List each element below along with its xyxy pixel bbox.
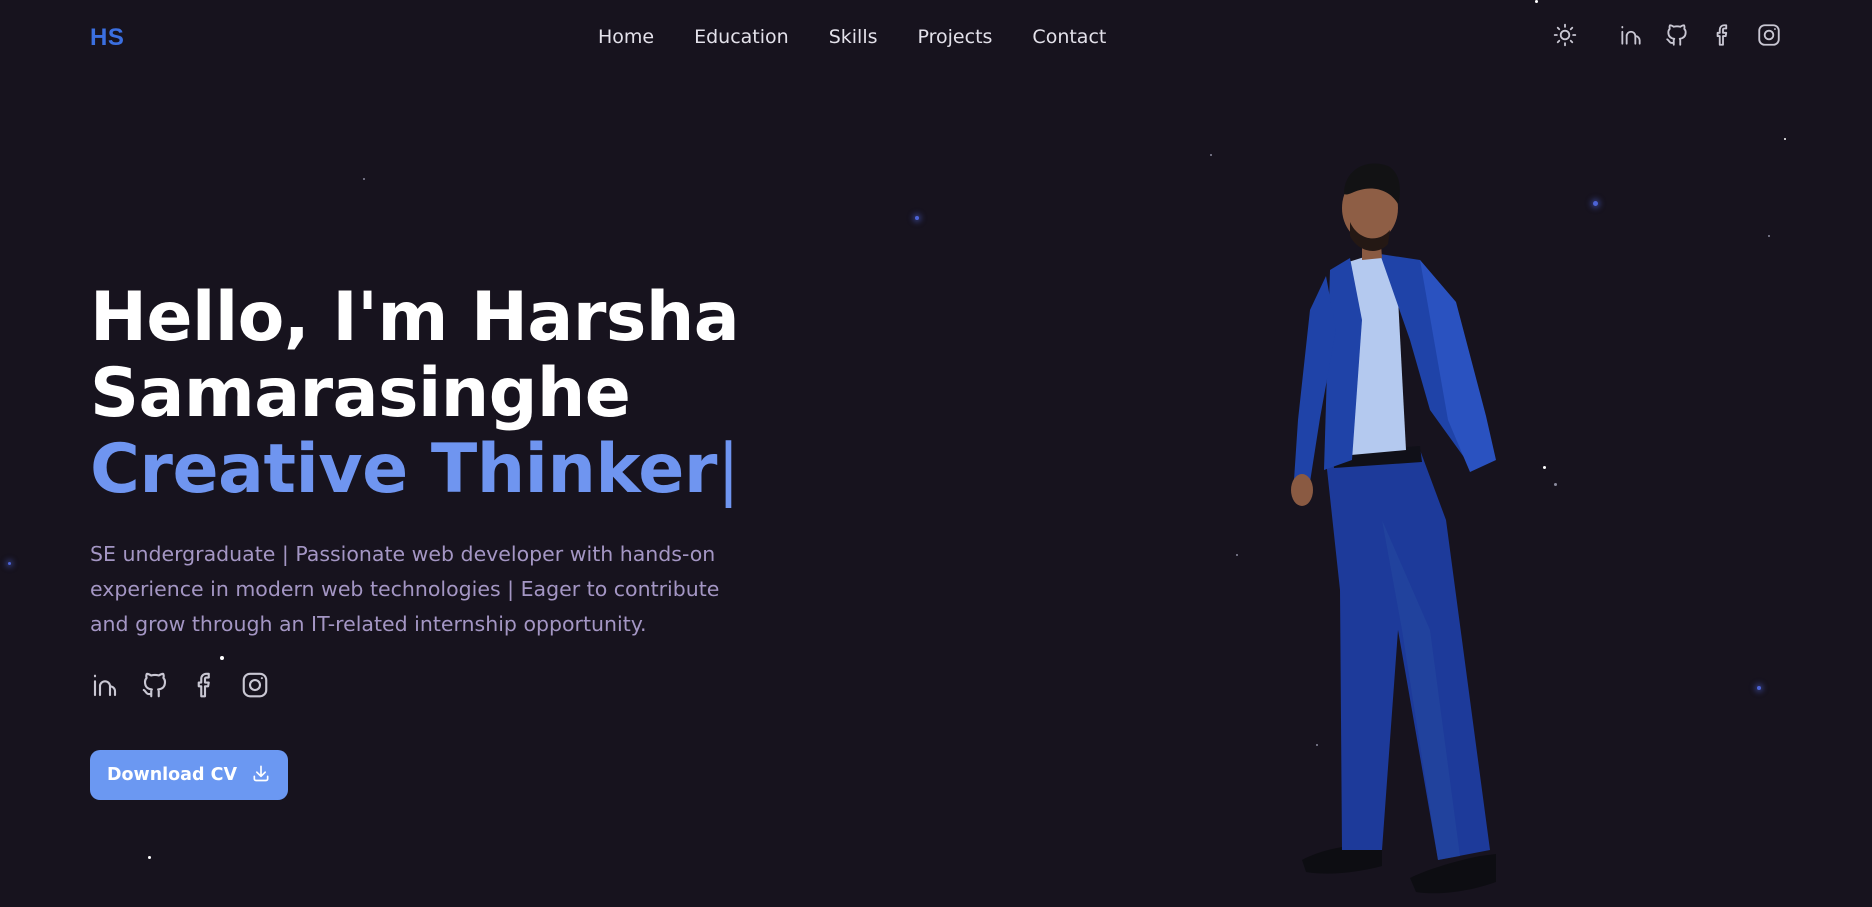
linkedin-icon[interactable] xyxy=(90,670,120,700)
nav-link-contact[interactable]: Contact xyxy=(1032,26,1106,48)
star xyxy=(363,178,365,180)
typing-cursor: | xyxy=(716,430,740,509)
site-logo[interactable]: HS xyxy=(90,24,124,52)
download-cv-label: Download CV xyxy=(106,765,237,785)
nav-link-skills[interactable]: Skills xyxy=(829,26,878,48)
facebook-icon[interactable] xyxy=(1710,22,1736,48)
portfolio-page: HS Home Education Skills Projects Contac… xyxy=(0,0,1872,907)
github-icon[interactable] xyxy=(1664,22,1690,48)
social-links xyxy=(90,670,290,700)
star xyxy=(148,856,151,859)
instagram-icon[interactable] xyxy=(240,670,270,700)
download-icon xyxy=(237,763,271,788)
star xyxy=(1768,235,1770,237)
facebook-icon[interactable] xyxy=(190,670,220,700)
star xyxy=(220,656,224,660)
star xyxy=(1554,483,1557,486)
role-line: Creative Thinker| xyxy=(90,430,740,509)
instagram-icon[interactable] xyxy=(1756,22,1782,48)
star xyxy=(1210,154,1212,156)
star xyxy=(1784,138,1786,140)
hero-title: Hello, I'm Harsha Samarasinghe Creative … xyxy=(90,278,740,509)
nav-link-projects[interactable]: Projects xyxy=(918,26,993,48)
sun-icon[interactable] xyxy=(1552,22,1578,48)
nav-icons xyxy=(1552,22,1782,48)
greeting-line-2: Samarasinghe xyxy=(90,354,631,433)
star xyxy=(915,216,919,220)
typed-role: Creative Thinker xyxy=(90,430,717,509)
nav-link-education[interactable]: Education xyxy=(694,26,789,48)
nav-link-home[interactable]: Home xyxy=(598,26,654,48)
star xyxy=(1543,466,1546,469)
hero-description: SE undergraduate | Passionate web develo… xyxy=(90,542,720,636)
navbar: HS Home Education Skills Projects Contac… xyxy=(0,0,1872,78)
greeting-line-1: Hello, I'm Harsha xyxy=(90,278,740,357)
star xyxy=(1593,201,1598,206)
github-icon[interactable] xyxy=(140,670,170,700)
star xyxy=(8,562,11,565)
profile-portrait xyxy=(1291,163,1496,894)
star xyxy=(1236,554,1238,556)
download-cv-button[interactable]: Download CV xyxy=(90,750,288,800)
star xyxy=(1757,686,1761,690)
nav-links: Home Education Skills Projects Contact xyxy=(598,26,1146,48)
linkedin-icon[interactable] xyxy=(1618,22,1644,48)
